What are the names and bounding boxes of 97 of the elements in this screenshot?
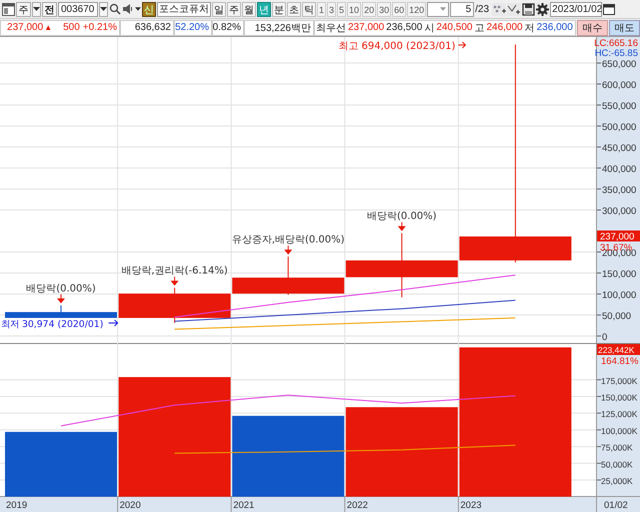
ask-price: 237,000 <box>348 22 384 33</box>
right-arrow-icon <box>458 42 466 48</box>
interval-button[interactable]: 60 <box>392 2 406 16</box>
right-arrow-icon <box>108 320 118 326</box>
event-label: 유상증자,배당락(0.00%) <box>232 234 345 246</box>
current-price: 237,000 <box>7 22 44 33</box>
axis-label: 125,000K <box>601 409 638 420</box>
low-label: 최저 30,974 (2020/01) <box>1 319 104 330</box>
low-price: 236,000 <box>536 22 573 33</box>
caret-icon <box>33 7 40 11</box>
period-tab[interactable]: 분 <box>272 2 286 16</box>
axis-label: 550,000 <box>602 101 636 112</box>
down-arrow-icon <box>57 294 65 304</box>
current-volume-badge: 223,442K <box>597 344 640 355</box>
axis-label: 50,000 <box>602 311 632 322</box>
period-tab[interactable]: 틱 <box>302 2 316 16</box>
interval-button[interactable]: 20 <box>362 2 376 16</box>
axis-label: 300,000 <box>602 206 636 218</box>
event-label: 배당락(0.00%) <box>367 211 437 222</box>
settings-icon[interactable] <box>536 2 550 16</box>
date-field[interactable]: 2023/01/02 <box>550 2 602 16</box>
down-arrow-icon <box>398 222 406 232</box>
interval-button[interactable]: 1 <box>317 2 326 16</box>
sell-button[interactable]: 매도 <box>609 20 640 36</box>
axis-label: 450,000 <box>602 143 636 154</box>
period-tab[interactable]: 초 <box>287 2 301 16</box>
axis-label: 400,000 <box>602 164 636 176</box>
line-plus-icon[interactable] <box>507 2 522 16</box>
trade-amount: 153,226백만 <box>254 22 311 34</box>
axis-label: 100,000K <box>601 426 638 436</box>
axis-label: 500,000 <box>602 122 636 134</box>
interval-button[interactable]: 30 <box>377 2 392 16</box>
axis-label: 150,000 <box>602 269 636 280</box>
axis-label: 150,000K <box>601 392 638 402</box>
calendar-icon[interactable] <box>603 3 616 15</box>
open-price: 240,500 <box>436 22 472 33</box>
interval-dropdown[interactable] <box>427 2 450 16</box>
speaker-icon[interactable] <box>122 3 134 15</box>
x-axis-label: 2021 <box>233 500 254 511</box>
caret-icon <box>100 7 107 11</box>
axis-label: 0 <box>602 332 608 343</box>
buy-button[interactable]: 매수 <box>577 20 608 36</box>
volume-rate-label: 164.81% <box>601 356 639 367</box>
window-icon[interactable] <box>2 2 15 16</box>
x-axis-label: 2020 <box>120 500 141 511</box>
count-field[interactable]: 5 <box>450 2 474 16</box>
trade-volume: 636,632 <box>134 22 171 33</box>
low-label: 저 <box>524 22 535 34</box>
x-axis-label: 2023 <box>460 500 482 511</box>
interval-button[interactable]: 10 <box>347 2 362 16</box>
period-tab[interactable]: 주 <box>227 2 241 16</box>
caret-icon[interactable] <box>135 7 141 11</box>
search-icon[interactable] <box>109 3 121 15</box>
event-label: 배당락(0.00%) <box>26 283 96 294</box>
axis-label: 75,000K <box>601 442 633 453</box>
all-button[interactable]: 전 <box>42 2 57 16</box>
hc-label: HC:-65.85 <box>594 48 638 59</box>
code-field[interactable]: 003670 <box>58 2 98 16</box>
caret-icon <box>440 7 446 11</box>
event-label: 배당락,권리락(-6.14%) <box>121 266 228 277</box>
high-label: 고 <box>474 22 484 34</box>
current-price-badge: 237,000 <box>597 230 640 242</box>
lc-label: LC:665.16 <box>594 38 638 49</box>
up-arrow: ▲ <box>44 23 52 32</box>
count-total: /23 <box>475 4 490 14</box>
bid-price: 236,500 <box>386 22 422 33</box>
x-axis-label: 2019 <box>6 500 28 511</box>
period-tab[interactable]: 일 <box>212 2 226 16</box>
high-price: 246,000 <box>486 22 523 33</box>
axis-label: 175,000K <box>601 376 638 386</box>
best-price-label: 최우선 <box>316 22 346 34</box>
high-label: 최고 694,000 (2023/01) <box>338 41 456 52</box>
interval-button[interactable]: 5 <box>337 2 346 16</box>
axis-label: 650,000 <box>602 59 636 70</box>
price-change: 500 <box>63 22 80 33</box>
down-arrow-icon <box>170 276 179 286</box>
market-dropdown-button[interactable] <box>32 2 41 16</box>
dots-plus-icon[interactable] <box>492 2 506 16</box>
stock-name-field[interactable]: 포스코퓨처 <box>157 2 211 16</box>
down-arrow-icon <box>284 246 292 255</box>
turnover-rate: 0.82% <box>212 22 241 33</box>
axis-label: 50,000K <box>601 459 633 470</box>
axis-label: 25,000K <box>601 476 633 486</box>
code-dropdown-button[interactable] <box>99 2 108 16</box>
interval-button[interactable]: 120 <box>407 2 426 16</box>
axis-label: 100,000 <box>602 290 636 301</box>
save-icon[interactable] <box>522 2 536 16</box>
axis-label: 350,000 <box>602 185 636 196</box>
axis-label: 600,000 <box>602 80 636 92</box>
x-axis-label: 2022 <box>346 500 368 511</box>
change-rate: +0.21% <box>82 22 117 33</box>
period-tab[interactable]: 월 <box>242 2 256 16</box>
market-button[interactable]: 주 <box>16 2 31 16</box>
open-label: 시 <box>424 22 434 34</box>
x-axis-date: 01/02 <box>604 500 628 511</box>
volume-ratio: 52.20% <box>175 22 209 33</box>
interval-button[interactable]: 3 <box>327 2 336 16</box>
